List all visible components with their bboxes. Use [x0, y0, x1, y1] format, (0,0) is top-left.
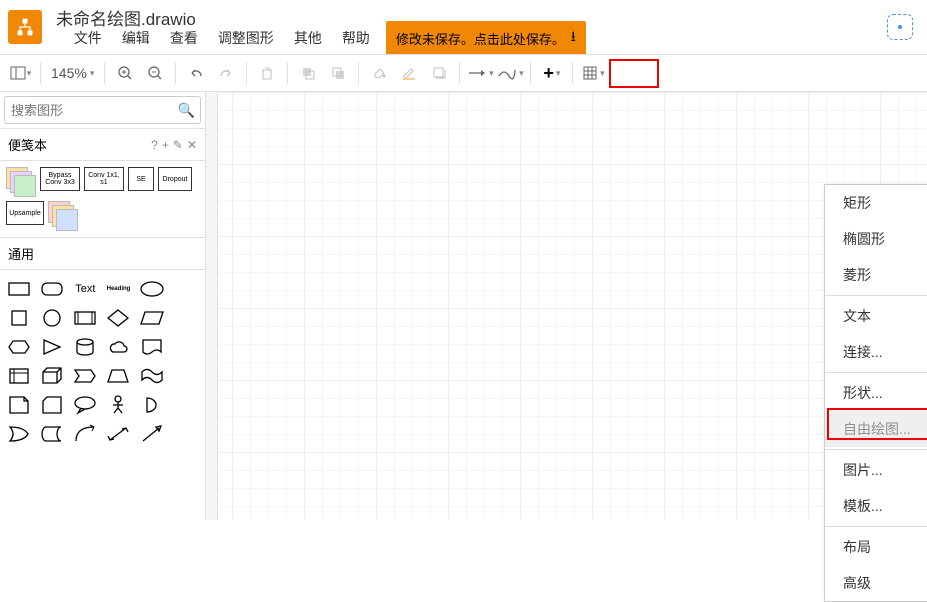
insert-button[interactable]: + ▾ [537, 59, 566, 87]
menu-extras[interactable]: 其他 [286, 26, 330, 50]
scratch-item[interactable]: Upsample [6, 201, 44, 225]
menu-file[interactable]: 文件 [66, 26, 110, 50]
scratch-stack[interactable] [48, 201, 78, 231]
dd-ellipse[interactable]: 椭圆形 [825, 221, 927, 257]
shape-bidir-arrow[interactable] [103, 421, 133, 447]
shape-rounded-rect[interactable] [37, 276, 67, 302]
shape-card[interactable] [37, 392, 67, 418]
menu-bar: 文件 编辑 查看 调整图形 其他 帮助 [66, 26, 378, 50]
scratch-item[interactable]: SE [128, 167, 154, 191]
scratchpad-header[interactable]: 便笺本 ? + ✎ ✕ [0, 129, 205, 161]
shape-note[interactable] [4, 392, 34, 418]
dd-template[interactable]: 模板... [825, 488, 927, 524]
scratch-stack[interactable] [6, 167, 36, 197]
menu-help[interactable]: 帮助 [334, 26, 378, 50]
shape-internal-storage[interactable] [4, 363, 34, 389]
help-icon[interactable]: ? [151, 138, 158, 152]
app-logo[interactable] [8, 10, 42, 44]
general-header[interactable]: 通用 [0, 238, 205, 270]
dd-freehand[interactable]: 自由绘图... [825, 411, 927, 447]
sidebar: 🔍 便笺本 ? + ✎ ✕ Bypass Conv 3x3 Conv 1x1, … [0, 92, 206, 520]
insert-button-highlight [609, 59, 659, 88]
dd-text[interactable]: 文本 [825, 298, 927, 334]
line-color-button[interactable] [395, 59, 423, 87]
shape-step[interactable] [70, 363, 100, 389]
view-dropdown[interactable]: ▾ [6, 59, 34, 87]
download-icon: ⭳ [571, 26, 576, 50]
shape-hexagon[interactable] [4, 334, 34, 360]
search-input[interactable] [4, 96, 201, 124]
scratch-item[interactable]: Conv 1x1, s1 [84, 167, 124, 191]
shape-cylinder[interactable] [70, 334, 100, 360]
shape-document[interactable] [137, 334, 167, 360]
shape-text[interactable]: Text [70, 276, 100, 302]
shape-rect[interactable] [4, 276, 34, 302]
menu-edit[interactable]: 编辑 [114, 26, 158, 50]
redo-button[interactable] [212, 59, 240, 87]
app-header: 未命名绘图.drawio 文件 编辑 查看 调整图形 其他 帮助 修改未保存。点… [0, 0, 927, 54]
shape-cloud[interactable] [103, 334, 133, 360]
shape-tape[interactable] [137, 363, 167, 389]
dd-shape[interactable]: 形状... [825, 375, 927, 411]
zoom-out-button[interactable] [141, 59, 169, 87]
fill-color-button[interactable] [365, 59, 393, 87]
shape-diamond[interactable] [103, 305, 133, 331]
shadow-button[interactable] [425, 59, 453, 87]
dd-rhombus[interactable]: 菱形 [825, 257, 927, 293]
shape-data-storage[interactable] [37, 421, 67, 447]
shape-ellipse[interactable] [137, 276, 167, 302]
shape-arrow[interactable] [137, 421, 167, 447]
close-icon[interactable]: ✕ [187, 138, 197, 152]
dd-rectangle[interactable]: 矩形 [825, 185, 927, 221]
add-icon[interactable]: + [162, 138, 169, 152]
vertical-scrollbar[interactable] [206, 92, 218, 520]
connection-button[interactable]: ▾ [466, 59, 494, 87]
undo-button[interactable] [182, 59, 210, 87]
dd-image[interactable]: 图片... [825, 452, 927, 488]
focus-mode-icon[interactable] [887, 14, 913, 40]
shape-actor[interactable] [103, 392, 133, 418]
plus-icon: + [543, 63, 554, 84]
zoom-in-button[interactable] [111, 59, 139, 87]
menu-arrange[interactable]: 调整图形 [210, 26, 282, 50]
scratch-item[interactable]: Dropout [158, 167, 192, 191]
dd-advanced[interactable]: 高级 [825, 565, 927, 601]
shape-circle[interactable] [37, 305, 67, 331]
search-icon[interactable]: 🔍 [178, 102, 195, 119]
shape-trapezoid[interactable] [103, 363, 133, 389]
to-back-button[interactable] [324, 59, 352, 87]
shape-callout[interactable] [70, 392, 100, 418]
shape-cube[interactable] [37, 363, 67, 389]
save-notice-text: 修改未保存。点击此处保存。 [396, 29, 565, 48]
table-button[interactable]: ▾ [579, 59, 607, 87]
shape-parallelogram[interactable] [137, 305, 167, 331]
shape-heading[interactable]: Heading [103, 276, 133, 302]
shape-curve[interactable] [70, 421, 100, 447]
insert-dropdown: 矩形 椭圆形 菱形 文本 连接... 形状... 自由绘图... 图片... 模… [824, 184, 927, 602]
menu-view[interactable]: 查看 [162, 26, 206, 50]
canvas[interactable]: 矩形 椭圆形 菱形 文本 连接... 形状... 自由绘图... 图片... 模… [206, 92, 927, 520]
shape-triangle[interactable] [37, 334, 67, 360]
to-front-button[interactable] [294, 59, 322, 87]
toolbar: ▾ 145%▾ ▾ ▾ + ▾ ▾ [0, 54, 927, 92]
dd-connect[interactable]: 连接... [825, 334, 927, 370]
scratchpad-area: Bypass Conv 3x3 Conv 1x1, s1 SE Dropout … [0, 161, 205, 238]
save-notice[interactable]: 修改未保存。点击此处保存。 ⭳ [386, 21, 586, 55]
waypoint-button[interactable]: ▾ [496, 59, 524, 87]
shape-and[interactable] [137, 392, 167, 418]
delete-button[interactable] [253, 59, 281, 87]
dd-layout[interactable]: 布局 [825, 529, 927, 565]
shape-square[interactable] [4, 305, 34, 331]
drawio-logo-icon [15, 17, 35, 37]
zoom-level[interactable]: 145%▾ [47, 65, 98, 81]
edit-icon[interactable]: ✎ [173, 138, 183, 152]
shape-or[interactable] [4, 421, 34, 447]
shape-process[interactable] [70, 305, 100, 331]
canvas-grid [218, 92, 927, 520]
scratch-item[interactable]: Bypass Conv 3x3 [40, 167, 80, 191]
shape-palette: Text Heading [0, 270, 205, 453]
